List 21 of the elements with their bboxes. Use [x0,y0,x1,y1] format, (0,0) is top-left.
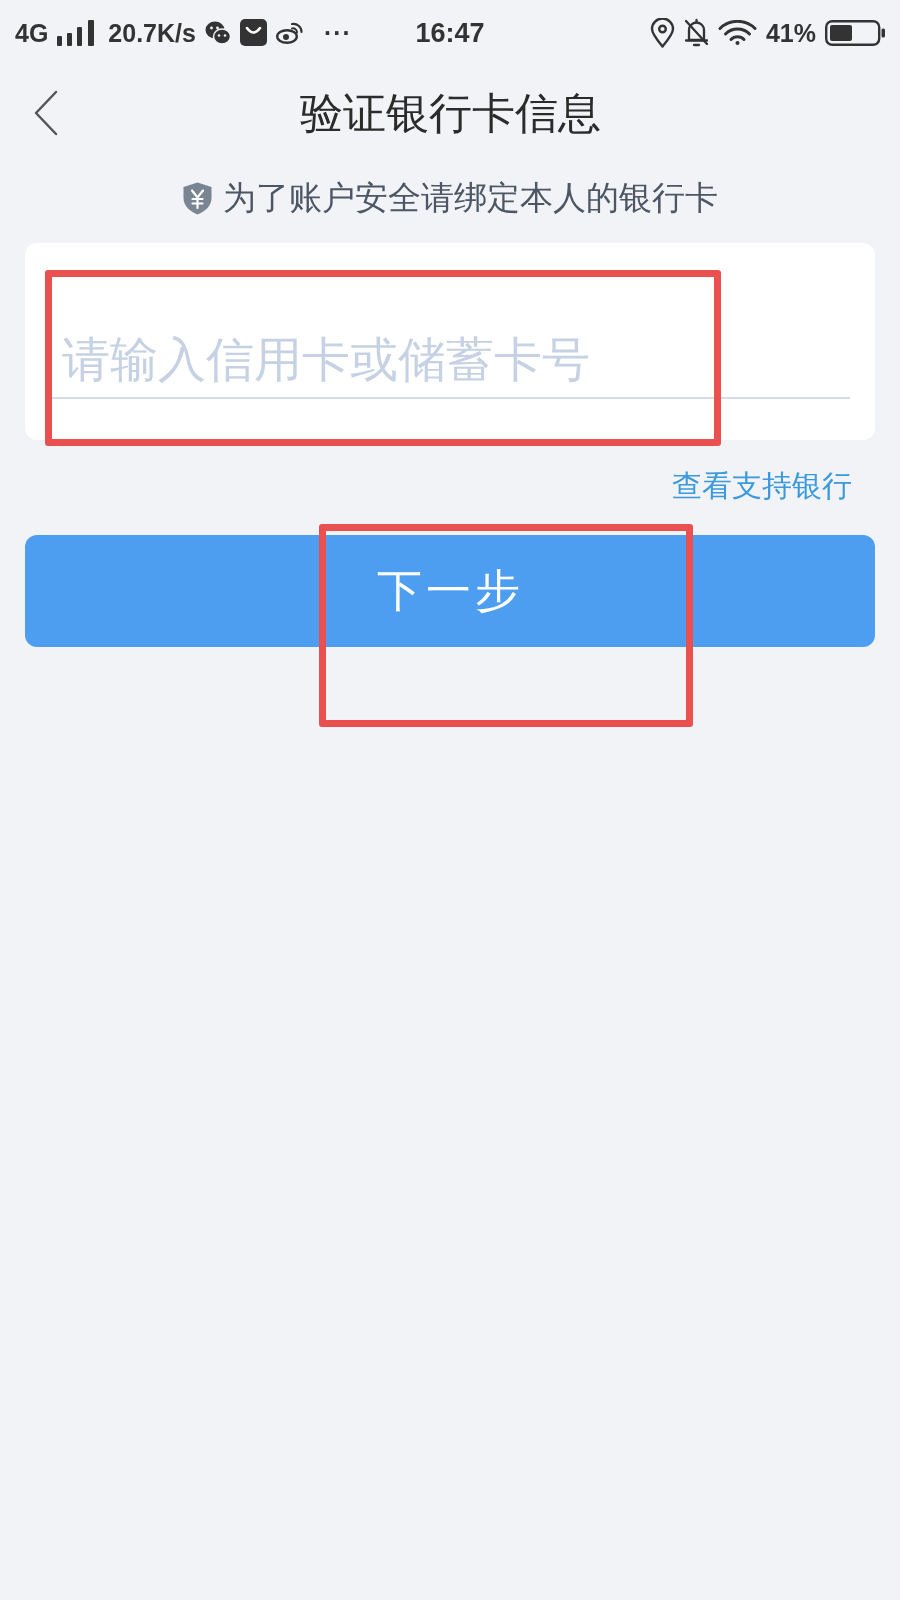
shield-icon [182,181,213,215]
bell-off-icon [683,17,709,48]
eye-waves-icon [275,21,303,44]
security-notice: 为了账户安全请绑定本人的银行卡 [223,178,718,218]
battery-icon [825,19,885,46]
network-type: 4G [15,17,49,48]
network-speed: 20.7K/s [108,17,196,48]
clock-time: 16:47 [415,16,485,49]
smile-tile-icon [239,19,267,46]
input-card[interactable]: 请输入信用卡或储蓄卡号 [25,243,875,440]
location-pin-icon [649,17,675,48]
back-icon[interactable] [34,89,58,136]
next-button[interactable]: 下一步 [25,535,875,647]
signal-icon [57,19,96,46]
page-title: 验证银行卡信息 [299,86,601,139]
battery-percent: 41% [765,17,816,48]
supported-banks-link[interactable]: 查看支持银行 [672,468,852,504]
chat-bubbles-icon [204,20,231,45]
card-number-field[interactable]: 请输入信用卡或储蓄卡号 [50,320,850,399]
wifi-icon [717,20,757,45]
more-notifications: ··· [323,17,352,48]
